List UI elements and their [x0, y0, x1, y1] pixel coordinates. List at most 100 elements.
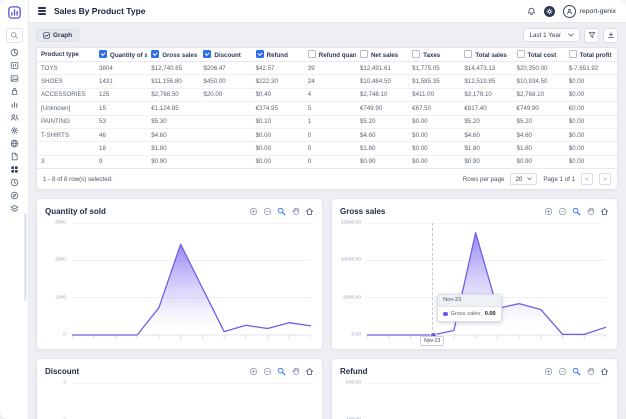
zoom-out-icon[interactable] — [558, 367, 567, 376]
column-checkbox-refund[interactable] — [255, 50, 264, 58]
table-cell: $10,484.50 — [355, 74, 409, 89]
table-cell: $0.00 — [564, 74, 617, 89]
table-cell: $0.00 — [251, 128, 304, 143]
column-checkbox-taxes[interactable] — [412, 50, 421, 58]
table-cell: €817.40 — [460, 101, 513, 116]
chart-panel-refund: Refund 600.00400.00200.000.00 — [331, 358, 618, 419]
chart-plot-gross-sales[interactable]: Nov-23 Gross sales: 0.00 Nov-23 — [367, 223, 606, 347]
zoom-out-icon[interactable] — [263, 367, 272, 376]
column-checkbox-total-profit[interactable] — [568, 50, 577, 58]
menu-icon[interactable] — [38, 7, 46, 15]
rows-per-page-select[interactable]: 20 — [510, 173, 538, 186]
table-cell: $5.20 — [460, 115, 513, 129]
reset-home-icon[interactable] — [600, 207, 609, 216]
table-cell — [199, 128, 252, 143]
app-logo-icon[interactable] — [6, 4, 22, 20]
table-row: 3 9 $0.90 $0.00 0 $0.90 $0.00 $0.90 $0.90 $0.00 — [37, 155, 617, 168]
page-info: Page 1 of 1 — [543, 175, 575, 183]
pie-chart-icon[interactable] — [5, 46, 23, 59]
clock-icon[interactable] — [5, 176, 23, 189]
download-icon — [607, 31, 614, 39]
table-cell: €749.90 — [355, 101, 409, 116]
y-axis-labels: 600.00400.00200.000.00 — [340, 381, 364, 419]
table-cell: $222.30 — [251, 74, 304, 89]
search-icon[interactable] — [5, 28, 23, 43]
y-tick-label: 3 — [63, 380, 66, 386]
selection-zoom-icon[interactable] — [572, 207, 581, 216]
column-label: Refund quantity — [318, 52, 356, 59]
table-cell: 0 — [303, 128, 356, 143]
column-checkbox-total-cost[interactable] — [516, 50, 525, 58]
pan-icon[interactable] — [291, 207, 300, 216]
table-cell: $0.90 — [359, 158, 376, 166]
y-tick-label: 2000 — [55, 257, 66, 263]
image-icon[interactable] — [5, 72, 23, 85]
filter-button[interactable] — [584, 27, 599, 43]
table-row: [Unknown] 15 €1,124.85 €374.95 5 €749.90 €67.5… — [37, 101, 617, 116]
grid-icon[interactable] — [5, 163, 23, 176]
document-icon[interactable] — [5, 150, 23, 163]
chart-plot-quantity-of-sold[interactable] — [72, 223, 311, 341]
settings-icon[interactable] — [5, 124, 23, 137]
sidebar-scrollbar[interactable] — [24, 213, 27, 301]
table-cell: €1,124.85 — [147, 101, 200, 116]
table-cell: 53 — [95, 115, 148, 129]
tooltip-title: Nov-23 — [438, 294, 501, 307]
zoom-in-icon[interactable] — [249, 207, 258, 216]
column-checkbox-quantity-of-sold[interactable] — [99, 50, 107, 58]
table-cell: 5 — [303, 101, 356, 116]
notifications-bell-icon[interactable] — [527, 7, 536, 16]
sales-table: Product type Quantity of sold Gross sales D… — [37, 48, 617, 168]
selection-zoom-icon[interactable] — [277, 207, 286, 216]
zoom-out-icon[interactable] — [558, 207, 567, 216]
page-title: Sales By Product Type — [54, 6, 146, 16]
table-body: TOYS 3804 $12,740.65 $206.47 $42.57 39 $12,491… — [37, 61, 617, 169]
bar-chart-icon[interactable] — [5, 98, 23, 111]
shopping-bag-icon[interactable] — [5, 85, 23, 98]
reset-home-icon[interactable] — [305, 367, 314, 376]
pan-icon[interactable] — [586, 207, 595, 216]
settings-gear-icon[interactable] — [543, 5, 555, 17]
user-menu[interactable]: report-genix — [562, 4, 616, 18]
compass-icon[interactable] — [5, 189, 23, 202]
selection-zoom-icon[interactable] — [572, 367, 581, 376]
pan-icon[interactable] — [291, 367, 300, 376]
prev-page-button[interactable]: < — [581, 173, 593, 186]
chart-toolbar — [544, 207, 609, 216]
chart-plot-refund[interactable] — [367, 383, 606, 419]
reset-home-icon[interactable] — [600, 367, 609, 376]
app-window: Sales By Product Type report-genix Graph… — [0, 0, 626, 419]
column-checkbox-discount[interactable] — [203, 50, 212, 58]
next-page-button[interactable]: > — [599, 173, 611, 186]
table-cell: ACCESSORIES — [37, 88, 95, 103]
table-cell: 125 — [95, 88, 148, 103]
layers-icon[interactable] — [5, 202, 23, 215]
zoom-in-icon[interactable] — [544, 367, 553, 376]
reset-home-icon[interactable] — [305, 207, 314, 216]
globe-icon[interactable] — [5, 137, 23, 150]
period-select[interactable]: Last 1 Year — [523, 28, 580, 42]
zoom-out-icon[interactable] — [263, 207, 272, 216]
kanban-icon[interactable] — [5, 59, 23, 72]
export-button[interactable] — [603, 27, 618, 43]
users-icon[interactable] — [5, 111, 23, 124]
selection-zoom-icon[interactable] — [277, 367, 286, 376]
column-header-gross-sales: Gross sales — [147, 48, 200, 62]
pan-icon[interactable] — [586, 367, 595, 376]
table-cell: $0.00 — [564, 88, 617, 103]
table-cell — [199, 101, 252, 116]
zoom-in-icon[interactable] — [249, 367, 258, 376]
chart-svg — [72, 223, 311, 341]
table-row: ACCESSORIES 125 $2,768.50 $20.00 $0.40 4 $2,74… — [37, 88, 617, 103]
table-cell: $12,740.65 — [147, 61, 200, 76]
table-cell: PAINTING — [37, 115, 95, 129]
column-checkbox-net-sales[interactable] — [359, 50, 368, 58]
graph-button[interactable]: Graph — [36, 28, 80, 42]
column-checkbox-gross-sales[interactable] — [151, 50, 160, 58]
column-checkbox-total-sales[interactable] — [464, 50, 473, 58]
table-cell: $1.80 — [512, 141, 565, 156]
zoom-in-icon[interactable] — [544, 207, 553, 216]
table-cell: $5.20 — [355, 115, 409, 129]
chart-plot-discount[interactable] — [72, 383, 311, 419]
column-checkbox-refund-quantity[interactable] — [307, 50, 316, 58]
